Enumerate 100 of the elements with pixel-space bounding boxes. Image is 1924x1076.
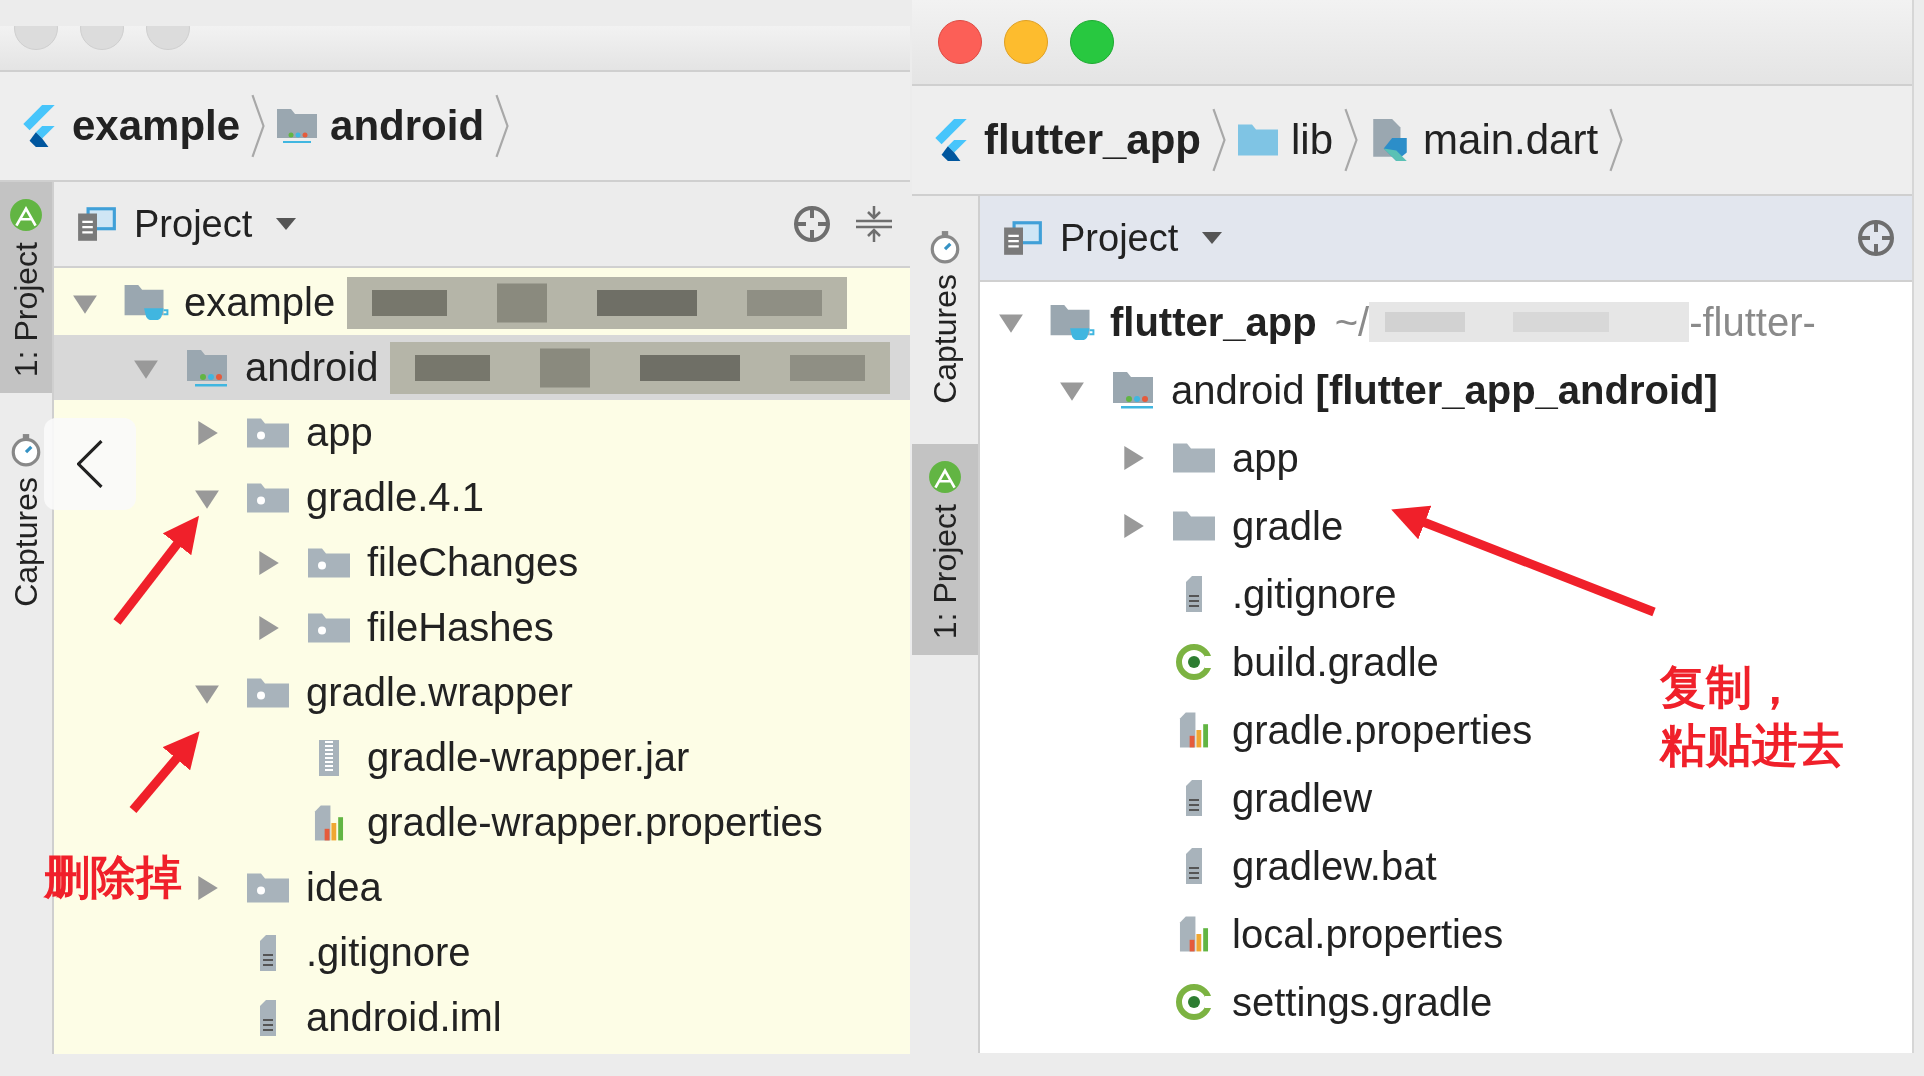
breadcrumb-item[interactable]: flutter_app — [984, 116, 1201, 164]
tree-row[interactable]: fileHashes — [255, 595, 560, 660]
text-file-icon — [259, 998, 277, 1037]
breadcrumb-item[interactable]: main.dart — [1423, 116, 1599, 164]
view-selector[interactable]: Project — [76, 202, 297, 246]
collapse-all-icon[interactable] — [854, 204, 894, 244]
locate-icon[interactable] — [1856, 218, 1896, 258]
tree-row[interactable]: .gitignore — [1120, 560, 1403, 628]
window-close-button[interactable] — [938, 20, 982, 64]
archive-file-icon — [319, 738, 339, 777]
tree-item-label: gradle — [1232, 503, 1344, 549]
tree-item-label: settings.gradle — [1232, 979, 1493, 1025]
caret-icon — [276, 218, 297, 230]
gradle-file-icon — [1175, 643, 1213, 681]
folder-icon — [247, 677, 289, 708]
tree-item-label: gradle.wrapper — [306, 670, 573, 715]
tree-item-label: example — [184, 280, 336, 325]
tree-item-label: fileChanges — [367, 540, 579, 585]
tree-row[interactable]: example — [72, 270, 854, 335]
properties-file-icon — [1179, 915, 1209, 953]
module-folder-icon — [1112, 371, 1154, 409]
text-file-icon — [1185, 575, 1203, 613]
tree-item-label: fileHashes — [367, 605, 554, 650]
tree-item-label: android — [245, 345, 379, 390]
properties-file-icon — [314, 803, 344, 842]
tree-item-label: gradle.4.1 — [306, 475, 484, 520]
tree-row[interactable]: gradle — [1120, 492, 1350, 560]
window-minimize-button[interactable] — [1004, 20, 1048, 64]
properties-file-icon — [1179, 711, 1209, 749]
tree-item-label: local.properties — [1232, 911, 1504, 957]
tree-row[interactable]: gradlew — [1120, 764, 1379, 832]
tool-window-tab[interactable]: 1: Project — [912, 443, 978, 655]
locate-icon[interactable] — [792, 204, 832, 244]
tool-window-tab[interactable]: Captures — [0, 417, 52, 623]
breadcrumb-item[interactable]: android — [330, 102, 485, 150]
tree-item-label: gradlew.bat — [1232, 843, 1437, 889]
module-folder-icon — [123, 284, 169, 321]
tree-row[interactable]: android — [54, 335, 910, 400]
tree-row[interactable]: gradle-wrapper.properties — [255, 790, 829, 855]
tree-row[interactable]: gradle.wrapper — [194, 660, 579, 725]
tree-item-label: flutter_app — [1110, 299, 1317, 345]
tree-row[interactable]: local.properties — [1120, 900, 1510, 968]
annotation-text: 删除掉 — [44, 850, 182, 906]
folder-icon — [1173, 443, 1215, 473]
breadcrumb-separator-icon — [1608, 107, 1625, 173]
android-icon — [928, 459, 962, 494]
tree-row[interactable]: app — [194, 400, 379, 465]
tree-item-label: android [flutter_app_android] — [1171, 367, 1718, 413]
android-icon — [9, 198, 43, 232]
tool-window-tab[interactable]: Captures — [912, 214, 978, 420]
breadcrumb-separator-icon — [1211, 107, 1227, 173]
tree-item-label: gradlew — [1232, 775, 1373, 821]
tree-row[interactable]: settings.gradle — [1120, 968, 1499, 1036]
tree-row[interactable]: gradle.properties — [1120, 696, 1539, 764]
tree-row[interactable]: .gitignore — [194, 920, 477, 985]
tree-row[interactable]: build.gradle — [1120, 628, 1445, 696]
text-file-icon — [259, 933, 277, 972]
module-folder-icon — [186, 348, 228, 387]
breadcrumb-separator-icon — [1343, 107, 1360, 173]
tool-window-tab[interactable]: 1: Project — [0, 182, 52, 394]
tree-row[interactable]: android.iml — [194, 985, 508, 1050]
folder-icon — [1173, 511, 1215, 541]
breadcrumb-separator-icon — [250, 93, 267, 159]
window-zoom-button[interactable] — [1070, 20, 1114, 64]
text-file-icon — [1185, 847, 1203, 885]
tree-row[interactable]: flutter_app ~/ -flutter- — [998, 288, 1822, 356]
back-button[interactable] — [44, 418, 136, 510]
project-view-icon — [76, 205, 118, 243]
tree-row[interactable]: gradle-wrapper.jar — [255, 725, 696, 790]
folder-icon — [308, 612, 350, 643]
tree-row[interactable]: fileChanges — [255, 530, 585, 595]
tree-item-label: .gitignore — [306, 930, 471, 975]
breadcrumb-item[interactable]: lib — [1291, 116, 1334, 164]
chevron-left-icon — [77, 440, 103, 488]
stopwatch-icon — [928, 230, 962, 264]
breadcrumb-item[interactable]: example — [72, 102, 241, 150]
project-path: -flutter- — [1689, 299, 1816, 345]
breadcrumb-separator-icon — [494, 93, 511, 159]
project-view-icon — [1002, 219, 1044, 257]
tree-item-label: .gitignore — [1232, 571, 1397, 617]
tree-row[interactable]: android [flutter_app_android] — [1059, 356, 1724, 424]
tree-item-label: idea — [306, 865, 382, 910]
text-file-icon — [1185, 779, 1203, 817]
view-selector[interactable]: Project — [1002, 216, 1223, 260]
tree-item-label: android.iml — [306, 995, 502, 1040]
folder-icon — [247, 872, 289, 903]
tree-row[interactable]: gradle.4.1 — [194, 465, 490, 530]
annotation-text: 粘贴进去 — [1660, 718, 1844, 774]
tree-item-label: app — [306, 410, 373, 455]
tree-item-label: app — [1232, 435, 1299, 481]
tree-row[interactable]: app — [1120, 424, 1305, 492]
tree-row[interactable]: gradlew.bat — [1120, 832, 1443, 900]
project-path: ~/ — [1334, 299, 1370, 345]
module-folder-icon — [1049, 303, 1095, 341]
caret-icon — [1202, 232, 1223, 244]
folder-icon — [247, 482, 289, 513]
tree-row[interactable]: idea — [194, 855, 388, 920]
tree-item-label: gradle-wrapper.jar — [367, 735, 690, 780]
gradle-file-icon — [1175, 983, 1213, 1021]
tree-item-label: build.gradle — [1232, 639, 1439, 685]
